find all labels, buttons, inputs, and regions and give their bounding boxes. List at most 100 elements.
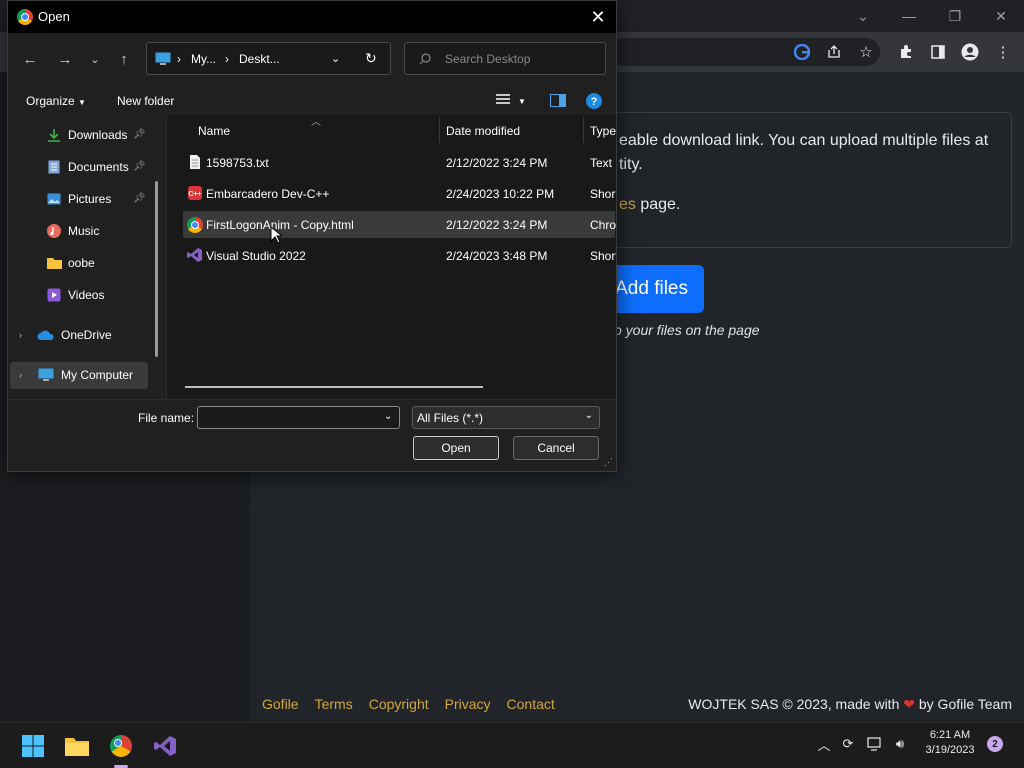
tab-search-icon[interactable]: ⌄ [840, 4, 886, 28]
dialog-titlebar: Open ✕ [8, 1, 616, 33]
file-name-input[interactable] [197, 406, 400, 429]
nav-item-onedrive[interactable]: › OneDrive [19, 323, 112, 347]
clock-date: 3/19/2023 [925, 744, 975, 756]
breadcrumb-my-computer[interactable]: My... [191, 52, 216, 66]
visual-studio-icon [187, 248, 202, 262]
recent-locations-chevron-icon[interactable]: ⌄ [85, 49, 105, 69]
nav-label: My Computer [61, 368, 134, 382]
help-icon[interactable]: ? [586, 93, 602, 112]
column-header-type[interactable]: Type [590, 124, 616, 138]
view-dropdown-icon[interactable]: ▼ [518, 97, 526, 106]
notification-badge[interactable]: 2 [987, 736, 1003, 752]
nav-label: OneDrive [61, 328, 112, 342]
expand-chevron-icon[interactable]: › [19, 330, 33, 340]
column-header-name[interactable]: Name [198, 124, 230, 138]
horizontal-scrollbar[interactable] [185, 386, 483, 388]
chevron-down-icon: ▼ [78, 98, 86, 107]
cloud-icon [37, 327, 55, 343]
nav-item-oobe[interactable]: oobe [46, 251, 95, 275]
chevron-down-icon: ⌄ [584, 410, 593, 421]
chrome-icon [110, 735, 132, 757]
menu-kebab-icon[interactable]: ⋮ [993, 42, 1013, 62]
file-explorer-taskbar-icon[interactable] [62, 731, 92, 761]
nav-item-videos[interactable]: Videos [46, 283, 104, 307]
file-date: 2/12/2022 3:24 PM [446, 218, 548, 232]
info-link[interactable]: es [619, 196, 636, 213]
mouse-cursor-icon [270, 226, 282, 244]
cancel-button[interactable]: Cancel [513, 436, 599, 460]
pin-icon: 📌︎ [133, 161, 146, 172]
organize-button[interactable]: Organize ▼ [26, 94, 86, 108]
file-name-dropdown-icon[interactable]: ⌄ [384, 411, 392, 422]
info-card: eable download link. You can upload mult… [560, 112, 1012, 248]
refresh-icon[interactable]: ↻ [365, 50, 377, 67]
back-arrow-icon[interactable]: ← [20, 49, 40, 69]
heart-icon: ❤ [903, 696, 915, 712]
svg-text:?: ? [591, 96, 598, 108]
footer-link-terms[interactable]: Terms [315, 696, 353, 712]
file-date: 2/12/2022 3:24 PM [446, 156, 548, 170]
folder-icon [46, 255, 62, 271]
preview-pane-icon[interactable] [550, 94, 566, 110]
footer-link-copyright[interactable]: Copyright [369, 696, 429, 712]
tray-overflow-icon[interactable]: ︿ [815, 734, 833, 754]
computer-icon [37, 367, 55, 383]
address-bar[interactable]: › My... › Deskt... ⌄ ↻ [146, 42, 391, 75]
open-button[interactable]: Open [413, 436, 499, 460]
taskbar-clock[interactable]: 6:21 AM 3/19/2023 [914, 728, 986, 758]
minimize-button[interactable]: — [886, 4, 932, 28]
profile-icon[interactable] [960, 42, 980, 62]
open-file-dialog: Open ✕ ← → ⌄ ↑ › My... › Deskt... ⌄ ↻ Se… [7, 0, 617, 472]
address-dropdown-icon[interactable]: ⌄ [331, 52, 340, 65]
new-folder-button[interactable]: New folder [117, 94, 174, 108]
start-button[interactable] [18, 731, 48, 761]
nav-item-documents[interactable]: Documents [46, 155, 129, 179]
footer-link-contact[interactable]: Contact [507, 696, 555, 712]
share-icon[interactable] [824, 42, 844, 62]
resize-grip-icon[interactable]: ⋰ [604, 457, 613, 468]
nav-item-pictures[interactable]: Pictures [46, 187, 111, 211]
info-text-rest: page. [635, 196, 681, 213]
google-icon[interactable] [792, 42, 812, 62]
nav-label: Downloads [68, 128, 128, 142]
nav-item-downloads[interactable]: Downloads [46, 123, 127, 147]
chrome-taskbar-icon[interactable] [106, 731, 136, 761]
organize-label: Organize [26, 94, 75, 108]
expand-chevron-icon[interactable]: › [19, 370, 33, 380]
nav-scrollbar[interactable] [155, 181, 158, 357]
file-name: Visual Studio 2022 [206, 249, 306, 263]
info-text-line1: eable download link. You can upload mult… [619, 132, 989, 149]
breadcrumb-desktop[interactable]: Deskt... [239, 52, 280, 66]
side-panel-icon[interactable] [928, 42, 948, 62]
footer-link-privacy[interactable]: Privacy [445, 696, 491, 712]
column-separator[interactable] [583, 117, 584, 143]
computer-location-icon [155, 52, 171, 65]
nav-label: Music [68, 224, 100, 238]
footer-link-gofile[interactable]: Gofile [262, 696, 299, 712]
column-header-date[interactable]: Date modified [446, 124, 520, 138]
view-options-icon[interactable] [495, 93, 511, 110]
restore-button[interactable]: ❐ [932, 4, 978, 28]
forward-arrow-icon[interactable]: → [55, 49, 75, 69]
close-browser-button[interactable]: ✕ [978, 4, 1024, 28]
nav-item-my-computer[interactable]: › My Computer [19, 363, 133, 387]
extensions-icon[interactable] [896, 42, 916, 62]
file-type-filter-select[interactable]: All Files (*.*) ⌄ [412, 406, 600, 429]
bookmark-star-icon[interactable]: ☆ [856, 42, 876, 62]
visual-studio-taskbar-icon[interactable] [150, 731, 180, 761]
nav-label: Pictures [68, 192, 112, 206]
devcpp-icon: C++ [188, 186, 202, 200]
up-arrow-icon[interactable]: ↑ [114, 49, 134, 69]
search-box[interactable]: Search Desktop [404, 42, 606, 75]
chrome-icon [187, 217, 203, 233]
column-separator[interactable] [439, 117, 440, 143]
file-name: 1598753.txt [206, 156, 269, 170]
footer-copyright-pre: WOJTEK SAS © 2023, made with [688, 696, 904, 712]
network-icon[interactable] [866, 734, 884, 754]
dialog-close-button[interactable]: ✕ [584, 3, 612, 31]
volume-icon[interactable]: 🔊︎ [891, 734, 909, 754]
sync-icon[interactable]: ⟳ [839, 734, 857, 754]
pin-icon: 📌︎ [133, 193, 146, 204]
nav-item-music[interactable]: Music [46, 219, 99, 243]
documents-icon [46, 159, 62, 175]
